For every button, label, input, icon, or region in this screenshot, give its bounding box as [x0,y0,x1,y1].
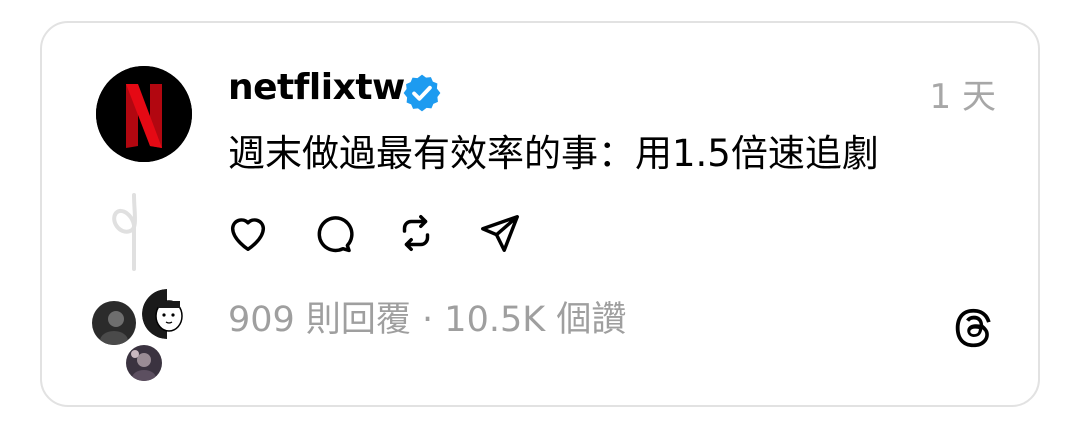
share-button[interactable] [477,210,523,256]
threads-logo-icon[interactable] [950,303,996,353]
post-text: 週末做過最有效率的事：用1.5倍速追劇 [228,132,879,175]
post-timestamp: 1 天 [929,77,996,117]
action-bar [225,209,523,257]
reply-button[interactable] [309,210,355,256]
profile-avatar[interactable] [96,66,192,162]
username[interactable]: netflixtw [228,67,405,108]
verified-badge-icon [403,74,441,112]
heart-icon [230,218,266,252]
replier-avatar-image [142,289,192,339]
replier-avatar-image [126,345,162,381]
send-icon [481,214,519,252]
repost-icon [402,214,430,252]
thread-connector-line [112,193,137,271]
replier-avatar-image [92,301,136,345]
post-stats[interactable]: 909 則回覆 · 10.5K 個讚 [228,291,626,342]
comment-icon [317,216,354,253]
like-button[interactable] [225,210,271,256]
replier-avatar [124,343,164,383]
netflix-logo [96,66,192,162]
thread-post-card[interactable]: netflixtw 1 天 週末做過最有效率的事：用1.5倍速追劇 909 則回… [40,21,1040,407]
replier-avatar [140,287,194,341]
replier-avatar [90,299,138,347]
repost-button[interactable] [393,210,439,256]
